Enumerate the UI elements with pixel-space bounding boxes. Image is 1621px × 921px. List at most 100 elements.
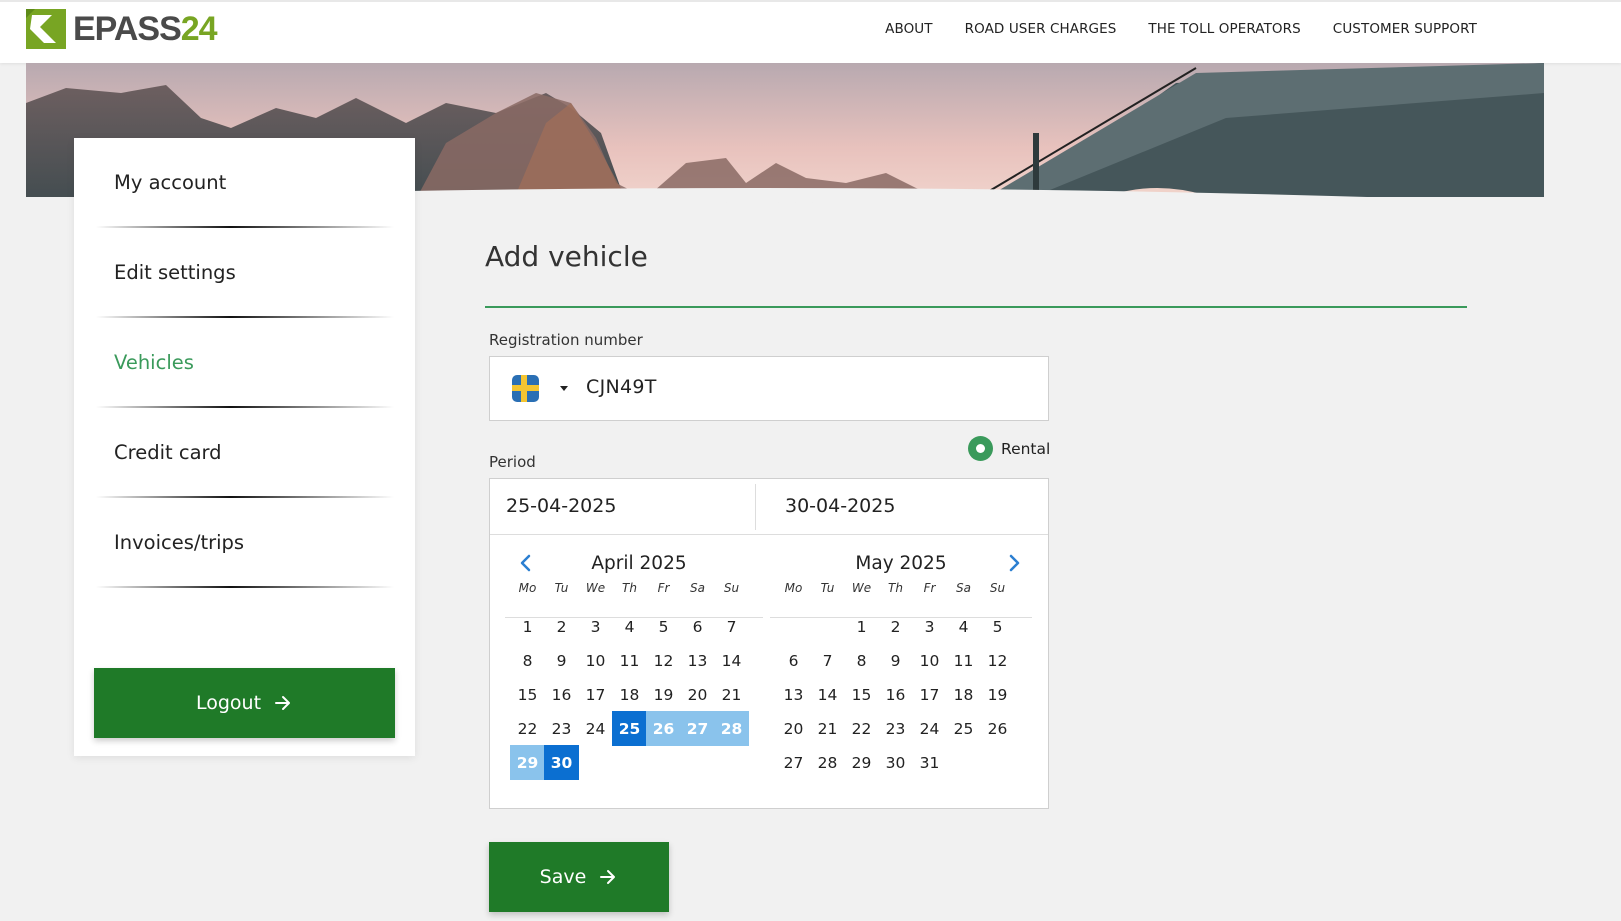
calendar-day[interactable]: 13 (776, 677, 811, 712)
calendar-day[interactable]: 27 (680, 711, 715, 746)
weekday-header: Su (989, 581, 1006, 595)
nav-toll-operators[interactable]: THE TOLL OPERATORS (1148, 21, 1300, 37)
calendar-day[interactable]: 10 (912, 643, 947, 678)
calendar-day[interactable]: 4 (946, 609, 981, 644)
top-header: EPASS24 ABOUT ROAD USER CHARGES THE TOLL… (0, 0, 1621, 63)
calendar-day[interactable]: 11 (612, 643, 647, 678)
sidebar-item-edit-settings[interactable]: Edit settings (114, 261, 236, 284)
nav-customer-support[interactable]: CUSTOMER SUPPORT (1333, 21, 1477, 37)
calendar-day[interactable]: 24 (578, 711, 613, 746)
calendar-day[interactable]: 30 (878, 745, 913, 780)
calendar-day[interactable]: 28 (810, 745, 845, 780)
calendar-day[interactable]: 12 (646, 643, 681, 678)
calendar-day[interactable]: 3 (912, 609, 947, 644)
calendar-day[interactable]: 16 (544, 677, 579, 712)
weekday-header: Tu (554, 581, 569, 595)
calendar-day[interactable]: 5 (980, 609, 1015, 644)
start-date-input[interactable]: 25-04-2025 (506, 479, 616, 534)
calendar-day[interactable]: 28 (714, 711, 749, 746)
calendar-day[interactable]: 19 (646, 677, 681, 712)
calendar-day[interactable]: 31 (912, 745, 947, 780)
nav-road-user-charges[interactable]: ROAD USER CHARGES (965, 21, 1117, 37)
weekday-header: Fr (657, 581, 670, 595)
calendar-day[interactable]: 27 (776, 745, 811, 780)
date-input-divider (490, 534, 1048, 535)
calendar-day[interactable]: 16 (878, 677, 913, 712)
calendar-day[interactable]: 7 (714, 609, 749, 644)
calendar-day[interactable]: 24 (912, 711, 947, 746)
calendar-day[interactable]: 13 (680, 643, 715, 678)
weekday-header: Mo (518, 581, 537, 595)
logout-button[interactable]: Logout (94, 668, 395, 738)
calendar-day[interactable]: 11 (946, 643, 981, 678)
rental-radio-button[interactable] (968, 436, 993, 461)
end-date-input[interactable]: 30-04-2025 (785, 479, 895, 534)
sidebar-item-vehicles[interactable]: Vehicles (114, 351, 194, 374)
calendar-day[interactable]: 23 (878, 711, 913, 746)
nav-about[interactable]: ABOUT (885, 21, 933, 37)
country-dropdown-caret-icon[interactable] (560, 386, 568, 391)
logo-mark-icon (26, 9, 66, 49)
calendar-day[interactable]: 2 (878, 609, 913, 644)
calendar-day[interactable]: 21 (714, 677, 749, 712)
calendar-day[interactable]: 7 (810, 643, 845, 678)
rental-radio-option[interactable]: Rental (968, 436, 1050, 461)
calendar-day[interactable]: 3 (578, 609, 613, 644)
calendar-day[interactable]: 15 (844, 677, 879, 712)
calendar-day[interactable]: 29 (510, 745, 545, 780)
calendar-day[interactable]: 17 (578, 677, 613, 712)
calendar-day[interactable]: 20 (680, 677, 715, 712)
logo-text-part1: EPASS (73, 10, 182, 48)
calendar-day[interactable]: 22 (844, 711, 879, 746)
calendar-day[interactable]: 9 (544, 643, 579, 678)
page-title: Add vehicle (485, 240, 648, 273)
calendar-day[interactable]: 25 (612, 711, 647, 746)
calendar-day[interactable]: 17 (912, 677, 947, 712)
rental-label: Rental (1001, 439, 1051, 458)
registration-number-field[interactable]: CJN49T (586, 376, 657, 398)
epass24-logo[interactable]: EPASS24 (26, 9, 218, 49)
calendar-day[interactable]: 6 (680, 609, 715, 644)
calendar-day[interactable]: 29 (844, 745, 879, 780)
calendar-day[interactable]: 8 (510, 643, 545, 678)
sidebar-item-my-account[interactable]: My account (114, 171, 226, 194)
calendar-day[interactable]: 12 (980, 643, 1015, 678)
calendar-day[interactable]: 6 (776, 643, 811, 678)
sidebar-item-invoices-trips[interactable]: Invoices/trips (114, 531, 244, 554)
calendar-day[interactable]: 18 (612, 677, 647, 712)
calendar-day[interactable]: 19 (980, 677, 1015, 712)
registration-label: Registration number (489, 331, 643, 349)
calendar-day[interactable]: 26 (646, 711, 681, 746)
calendar-day[interactable]: 18 (946, 677, 981, 712)
calendar-day[interactable]: 25 (946, 711, 981, 746)
calendar-day[interactable]: 4 (612, 609, 647, 644)
sidebar-item-credit-card[interactable]: Credit card (114, 441, 222, 464)
calendar-day[interactable]: 5 (646, 609, 681, 644)
calendar-day[interactable]: 1 (844, 609, 879, 644)
calendar-day[interactable]: 2 (544, 609, 579, 644)
calendar-day[interactable]: 1 (510, 609, 545, 644)
calendar-day[interactable]: 30 (544, 745, 579, 780)
weekday-header: Mo (784, 581, 803, 595)
calendar-day[interactable]: 9 (878, 643, 913, 678)
calendar-day[interactable]: 14 (714, 643, 749, 678)
calendar-day[interactable]: 8 (844, 643, 879, 678)
calendar-day[interactable]: 21 (810, 711, 845, 746)
calendar-day[interactable]: 10 (578, 643, 613, 678)
calendar-day[interactable]: 26 (980, 711, 1015, 746)
registration-input-group: CJN49T (489, 356, 1049, 421)
next-month-chevron-icon[interactable] (1004, 553, 1024, 573)
weekday-header: Sa (690, 581, 705, 595)
calendar-day[interactable]: 15 (510, 677, 545, 712)
weekday-header: Fr (923, 581, 936, 595)
save-button[interactable]: Save (489, 842, 669, 912)
logo-text: EPASS24 (73, 9, 218, 49)
weekday-header: Th (622, 581, 637, 595)
calendar-day[interactable]: 22 (510, 711, 545, 746)
sweden-flag-icon[interactable] (512, 375, 539, 402)
calendar-day[interactable]: 23 (544, 711, 579, 746)
previous-month-chevron-icon[interactable] (516, 553, 536, 573)
calendar-day[interactable]: 20 (776, 711, 811, 746)
period-label: Period (489, 453, 536, 471)
calendar-day[interactable]: 14 (810, 677, 845, 712)
